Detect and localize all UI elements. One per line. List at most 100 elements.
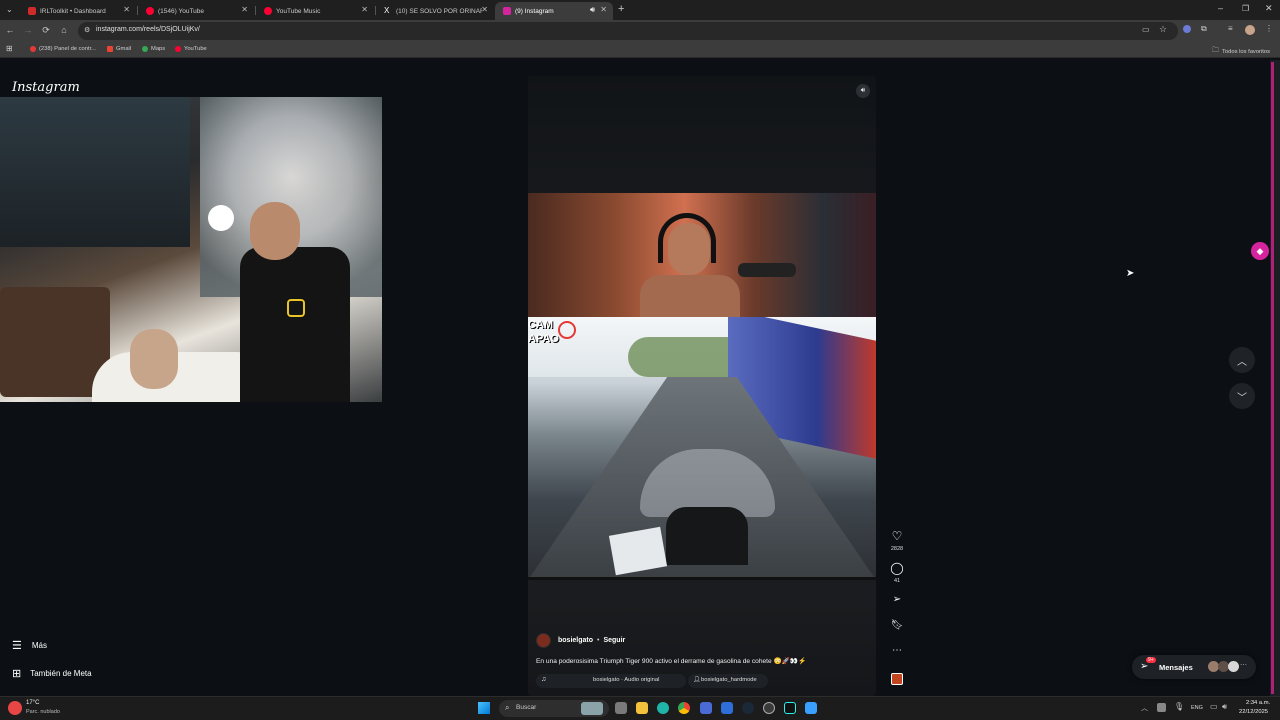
app-icon[interactable] bbox=[700, 702, 712, 714]
file-explorer-icon[interactable] bbox=[636, 702, 648, 714]
follow-button[interactable]: Seguir bbox=[603, 637, 625, 644]
tab-label: (9) Instagram bbox=[515, 7, 554, 15]
save-bookmark-icon[interactable]: 🔖︎ bbox=[890, 620, 904, 631]
tagged-user-label: bosielgato_hardmode bbox=[701, 677, 757, 683]
instagram-logo[interactable]: Instagram bbox=[12, 80, 80, 95]
restore-button[interactable]: ❐ bbox=[1242, 4, 1249, 13]
close-icon[interactable]: ✕ bbox=[481, 5, 488, 14]
edge-icon[interactable] bbox=[657, 702, 669, 714]
close-icon[interactable]: ✕ bbox=[241, 5, 248, 14]
bookmark-youtube[interactable]: YouTube bbox=[175, 46, 207, 52]
mouse-cursor-icon: ➤ bbox=[1126, 268, 1135, 279]
site-info-icon[interactable]: ⚙ bbox=[84, 26, 90, 34]
close-icon[interactable]: ✕ bbox=[361, 5, 368, 14]
tiktok-icon[interactable] bbox=[784, 702, 796, 714]
network-icon[interactable]: ▭ bbox=[1210, 702, 1218, 711]
address-bar[interactable]: ⚙ bbox=[78, 22, 1178, 40]
side-extension-icon[interactable]: ◆ bbox=[1251, 242, 1269, 260]
forward-icon[interactable]: → bbox=[22, 25, 34, 35]
clock-time[interactable]: 2:34 a.m. bbox=[1246, 700, 1270, 706]
weather-icon[interactable] bbox=[8, 701, 22, 715]
weather-temp[interactable]: 17°C bbox=[26, 700, 39, 706]
mute-toggle-icon[interactable]: 🔊︎ bbox=[856, 84, 870, 98]
meta-apps-icon: ⊞ bbox=[12, 668, 22, 680]
obs-icon[interactable] bbox=[763, 702, 775, 714]
windows-start-icon[interactable] bbox=[478, 702, 490, 714]
bookmark-label: (238) Panel de contr... bbox=[39, 46, 97, 52]
microphone-icon[interactable]: 🎙︎ bbox=[1174, 702, 1184, 711]
messages-button[interactable]: ➢ 9+ Mensajes ⋯ bbox=[1132, 655, 1256, 679]
overlay-text-apao: APAO bbox=[528, 333, 559, 345]
home-icon[interactable]: ⌂ bbox=[58, 25, 70, 35]
tab-x-post[interactable]: X (10) SE SOLVO POR ORINAR - ✕ bbox=[376, 2, 494, 20]
back-icon[interactable]: ← bbox=[4, 25, 16, 35]
tray-overflow-icon[interactable]: ︿ bbox=[1141, 703, 1148, 713]
comment-bubble-icon[interactable]: ◯ bbox=[890, 561, 904, 575]
music-note-icon: ♫ bbox=[541, 676, 547, 683]
tab-search-icon[interactable]: ⌄ bbox=[6, 5, 13, 14]
reel-audio-pill[interactable]: ♫ bosielgato · Audio original bbox=[536, 674, 686, 688]
extension-icon[interactable] bbox=[1183, 25, 1191, 33]
install-app-icon[interactable]: ▭ bbox=[1142, 25, 1150, 34]
volume-icon[interactable]: 🔊︎ bbox=[1222, 702, 1227, 712]
tab-instagram[interactable]: (9) Instagram 🔊︎ ✕ bbox=[495, 2, 613, 20]
comment-count: 41 bbox=[893, 578, 901, 584]
task-view-icon[interactable] bbox=[615, 702, 627, 714]
extensions-puzzle-icon[interactable]: ⧉ bbox=[1201, 24, 1207, 34]
reload-icon[interactable]: ⟳ bbox=[40, 25, 52, 36]
bookmark-star-icon[interactable]: ☆ bbox=[1159, 24, 1167, 35]
weather-desc[interactable]: Parc. nublado bbox=[26, 709, 60, 715]
clock-date[interactable]: 22/12/2025 bbox=[1239, 709, 1268, 715]
tab-label: IRLToolkit • Dashboard bbox=[40, 7, 106, 15]
tab-youtube[interactable]: (1546) YouTube ✕ bbox=[138, 2, 254, 20]
bookmark-gmail[interactable]: Gmail bbox=[107, 46, 131, 52]
reel-author-avatar[interactable] bbox=[536, 633, 551, 648]
also-from-meta-item[interactable]: ⊞ También de Meta bbox=[12, 667, 92, 680]
tab-youtube-music[interactable]: YouTube Music ✕ bbox=[256, 2, 374, 20]
new-tab-button[interactable]: + bbox=[618, 3, 624, 15]
audio-playing-icon[interactable]: 🔊︎ bbox=[590, 5, 595, 15]
menu-kebab-icon[interactable]: ⋮ bbox=[1265, 24, 1273, 33]
tab-irltoolkit[interactable]: IRLToolkit • Dashboard ✕ bbox=[20, 2, 136, 20]
bookmark-maps[interactable]: Maps bbox=[142, 46, 165, 52]
language-indicator[interactable]: ENG bbox=[1191, 705, 1203, 711]
taskbar-search[interactable]: ⌕ Buscar bbox=[499, 700, 609, 717]
close-icon[interactable]: ✕ bbox=[600, 5, 607, 14]
close-window-button[interactable]: ✕ bbox=[1265, 3, 1273, 14]
app-icon[interactable] bbox=[805, 702, 817, 714]
panel-favicon-icon bbox=[30, 46, 36, 52]
steam-icon[interactable] bbox=[742, 702, 754, 714]
barber-body bbox=[240, 247, 350, 402]
like-heart-icon[interactable]: ♡ bbox=[890, 529, 904, 543]
next-reel-button[interactable]: ﹀ bbox=[1229, 383, 1255, 409]
app-icon[interactable] bbox=[721, 702, 733, 714]
media-control-icon[interactable]: ≡ bbox=[1228, 24, 1233, 33]
tray-app-icon[interactable] bbox=[1157, 703, 1166, 712]
reel-username[interactable]: bosielgato bbox=[558, 637, 593, 644]
previous-reel-button[interactable]: ︿ bbox=[1229, 347, 1255, 373]
profile-avatar[interactable] bbox=[1245, 25, 1255, 35]
microphone bbox=[738, 263, 796, 277]
streamer-body bbox=[640, 275, 740, 317]
share-send-icon[interactable]: ➢ bbox=[890, 594, 904, 605]
bookmarks-bar: ⊞ (238) Panel de contr... Gmail Maps You… bbox=[0, 42, 1280, 58]
all-favorites[interactable]: 🗀︎ Todos los favoritos bbox=[1212, 46, 1270, 57]
apps-grid-icon[interactable]: ⊞ bbox=[6, 44, 13, 53]
more-options-icon[interactable]: ⋯ bbox=[890, 645, 904, 656]
tagged-user-pill[interactable]: 👤︎ bosielgato_hardmode bbox=[688, 674, 768, 688]
more-label: Más bbox=[31, 641, 47, 650]
video-progress-bar[interactable] bbox=[528, 577, 876, 580]
more-menu-item[interactable]: ☰ Más bbox=[12, 639, 47, 652]
x-favicon-icon: X bbox=[384, 6, 390, 15]
reel-caption[interactable]: En una poderosisima Triumph Tiger 900 ac… bbox=[536, 657, 866, 665]
messages-label: Mensajes bbox=[1159, 663, 1193, 672]
minimize-button[interactable]: – bbox=[1218, 3, 1223, 13]
messages-badge: 9+ bbox=[1146, 657, 1156, 663]
bookmark-panel[interactable]: (238) Panel de contr... bbox=[30, 46, 96, 52]
search-icon: ⌕ bbox=[505, 703, 510, 712]
chrome-icon[interactable] bbox=[678, 702, 690, 714]
scrollbar-thumb[interactable] bbox=[1271, 62, 1274, 694]
close-icon[interactable]: ✕ bbox=[123, 5, 130, 14]
windows-taskbar: 17°C Parc. nublado ⌕ Buscar ︿ 🎙︎ ENG ▭ 🔊… bbox=[0, 696, 1280, 720]
audio-cover-thumbnail[interactable] bbox=[891, 673, 903, 685]
